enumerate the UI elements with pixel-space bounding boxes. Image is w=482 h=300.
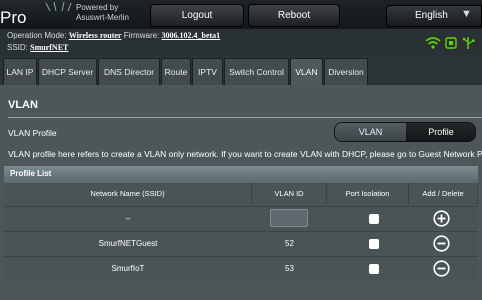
vlan-profile-toggle: VLAN Profile bbox=[334, 122, 476, 142]
logout-button[interactable]: Logout bbox=[150, 4, 244, 27]
delete-icon[interactable] bbox=[433, 235, 450, 252]
column-vlan-id: VLAN ID bbox=[252, 183, 327, 205]
op-mode-link[interactable]: Wireless router bbox=[69, 31, 122, 40]
brand-suffix: Pro bbox=[0, 8, 27, 27]
port-isolation-checkbox[interactable] bbox=[369, 214, 379, 224]
vlan-id-input[interactable] bbox=[270, 209, 308, 227]
tab-switch-control[interactable]: Switch Control bbox=[224, 58, 289, 85]
top-bar: Pro Powered by Asuswrt-Merlin Logout Reb… bbox=[0, 0, 482, 29]
delete-icon[interactable] bbox=[433, 260, 450, 277]
chevron-down-icon: ▼ bbox=[461, 8, 472, 20]
ssid-cell: SmurfNETGuest bbox=[98, 239, 158, 248]
tab-iptv[interactable]: IPTV bbox=[192, 58, 223, 85]
ssid-cell: -- bbox=[125, 214, 131, 223]
tab-bar: LAN IP DHCP Server DNS Director Route IP… bbox=[0, 58, 482, 86]
op-mode-label: Operation Mode: bbox=[7, 31, 67, 40]
firmware-label: Firmware: bbox=[123, 31, 160, 40]
reboot-button[interactable]: Reboot bbox=[248, 4, 340, 27]
tab-route[interactable]: Route bbox=[161, 58, 191, 85]
table-row: SmurfNETGuest 52 bbox=[4, 231, 478, 256]
brand-logo: Pro bbox=[0, 0, 72, 29]
tab-dhcp-server[interactable]: DHCP Server bbox=[38, 58, 97, 85]
profile-list-header: Profile List bbox=[4, 166, 478, 183]
info-bar: Operation Mode: Wireless router Firmware… bbox=[0, 29, 482, 56]
tab-lan-ip[interactable]: LAN IP bbox=[3, 58, 37, 85]
table-row: SmurfIoT 53 bbox=[4, 256, 478, 281]
vlan-panel: VLAN VLAN Profile VLAN Profile VLAN prof… bbox=[0, 85, 482, 300]
vlan-note: VLAN profile here refers to create a VLA… bbox=[8, 149, 482, 159]
vlan-id-cell: 53 bbox=[285, 264, 294, 273]
page-title: VLAN bbox=[8, 99, 38, 111]
vlan-profile-label: VLAN Profile bbox=[8, 128, 57, 138]
segment-profile[interactable]: Profile bbox=[406, 123, 475, 141]
title-divider bbox=[8, 117, 482, 118]
device-icon[interactable] bbox=[445, 37, 457, 49]
ssid-link[interactable]: SmurfNET bbox=[30, 43, 68, 52]
firmware-link[interactable]: 3006.102.4_beta1 bbox=[162, 31, 221, 40]
powered-by: Powered by Asuswrt-Merlin bbox=[76, 3, 129, 23]
powered-by-line2: Asuswrt-Merlin bbox=[76, 13, 129, 22]
ssid-label: SSID: bbox=[7, 43, 28, 52]
profile-list-title: Profile List bbox=[10, 169, 52, 178]
router-icon bbox=[45, 2, 72, 12]
tab-diversion[interactable]: Diversion bbox=[324, 58, 368, 85]
tab-vlan[interactable]: VLAN bbox=[290, 58, 323, 85]
powered-by-line1: Powered by bbox=[76, 3, 119, 12]
ssid-info: SSID: SmurfNET bbox=[7, 43, 68, 52]
port-isolation-checkbox[interactable] bbox=[369, 264, 379, 274]
table-row: -- bbox=[4, 206, 478, 231]
language-select[interactable]: English ▼ bbox=[386, 5, 482, 27]
operation-info: Operation Mode: Wireless router Firmware… bbox=[7, 31, 220, 40]
add-icon[interactable] bbox=[433, 210, 450, 227]
wifi-icon[interactable] bbox=[425, 37, 441, 49]
column-add-delete: Add / Delete bbox=[409, 183, 478, 205]
column-ssid: Network Name (SSID) bbox=[4, 183, 252, 205]
usb-icon[interactable] bbox=[462, 37, 475, 49]
vlan-id-cell: 52 bbox=[285, 239, 294, 248]
status-icons bbox=[425, 37, 475, 49]
port-isolation-checkbox[interactable] bbox=[369, 239, 379, 249]
column-port-isolation: Port Isolation bbox=[327, 183, 409, 205]
segment-vlan[interactable]: VLAN bbox=[335, 123, 406, 141]
ssid-cell: SmurfIoT bbox=[111, 264, 145, 273]
language-value: English bbox=[415, 10, 448, 21]
profile-list-table: Profile List Network Name (SSID) VLAN ID… bbox=[4, 166, 478, 300]
tab-dns-director[interactable]: DNS Director bbox=[98, 58, 160, 85]
